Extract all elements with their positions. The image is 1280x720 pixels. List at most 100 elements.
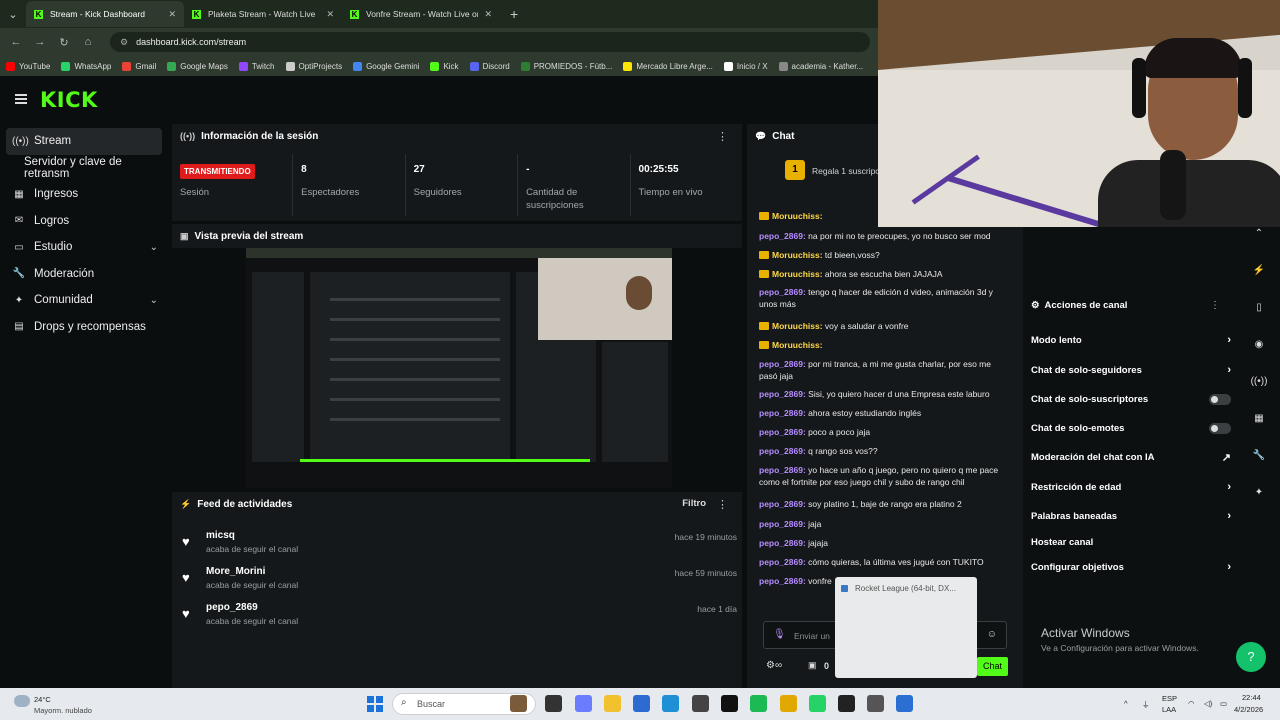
chat-username[interactable]: pepo_2869: [759, 465, 806, 475]
chat-username[interactable]: pepo_2869: [759, 519, 806, 529]
taskbar-preview-popup[interactable]: Rocket League (64-bit, DX... [835, 577, 977, 678]
bookmark-item[interactable]: OptiProjects [285, 61, 342, 71]
bookmark-item[interactable]: Google Gemini [353, 61, 419, 71]
tray-overflow-icon[interactable]: ^ [1124, 699, 1128, 708]
sidebar-item-5[interactable]: 🔧 Moderación [0, 261, 168, 288]
chat-username[interactable]: pepo_2869: [759, 389, 806, 399]
chevron-down-icon[interactable]: ⌄ [150, 242, 158, 253]
chat-username[interactable]: Moruuchiss: [772, 211, 823, 221]
stream-icon[interactable]: ((•)) [1250, 376, 1268, 394]
chat-username[interactable]: pepo_2869: [759, 446, 806, 456]
bolt-icon[interactable]: ⚡ [1250, 265, 1268, 283]
feed-username[interactable]: pepo_2869 [206, 602, 258, 613]
chat-username[interactable]: pepo_2869: [759, 427, 806, 437]
tab-kick-dashboard[interactable]: K Stream - Kick Dashboard ✕ [26, 1, 184, 27]
new-tab-icon[interactable]: + [510, 6, 518, 22]
site-info-icon[interactable]: ⚙ [120, 37, 128, 48]
reload-icon[interactable]: ↻ [52, 36, 76, 49]
chat-username[interactable]: pepo_2869: [759, 231, 806, 241]
battery-icon[interactable]: ▭ [1220, 699, 1227, 708]
bookmark-item[interactable]: Inicio / X [723, 61, 768, 71]
app-icon[interactable] [692, 695, 709, 712]
settings-icon[interactable]: ⚙∞ [766, 660, 782, 671]
document-icon[interactable]: ▯ [1250, 302, 1268, 320]
bookmark-item[interactable]: Discord [469, 61, 510, 71]
edge-icon[interactable] [662, 695, 679, 712]
sidebar-item-0[interactable]: ((•)) Stream [6, 128, 162, 155]
files-app-icon[interactable] [510, 695, 527, 712]
file-explorer-icon[interactable] [604, 695, 621, 712]
task-view-icon[interactable] [545, 695, 562, 712]
chat-username[interactable]: Moruuchiss: [772, 321, 823, 331]
sidebar-item-6[interactable]: ✦ Comunidad ⌄ [0, 287, 168, 314]
shield-icon[interactable] [896, 695, 913, 712]
community-icon[interactable]: ✦ [1250, 487, 1268, 505]
feed-username[interactable]: micsq [206, 530, 235, 541]
sidebar-item-3[interactable]: ✉ Logros [0, 208, 168, 235]
chevron-down-icon[interactable]: ⌄ [150, 295, 158, 306]
close-tab-icon[interactable]: ✕ [168, 9, 176, 20]
chat-bubble-icon[interactable]: ◉ [1250, 339, 1268, 357]
wrench-icon[interactable]: 🔧 [1250, 450, 1268, 468]
language-indicator[interactable]: ESP [1162, 694, 1177, 703]
steam-icon[interactable] [867, 695, 884, 712]
chat-username[interactable]: pepo_2869: [759, 538, 806, 548]
stream-preview-video[interactable] [246, 248, 672, 488]
windows-start-icon[interactable] [367, 696, 383, 712]
channel-action-5[interactable]: Restricción de edad › [1031, 479, 1231, 495]
channel-action-2[interactable]: Chat de solo-suscriptores [1031, 391, 1231, 407]
tab-search-icon[interactable]: ⌄ [0, 0, 26, 28]
chat-username[interactable]: Moruuchiss: [772, 250, 823, 260]
channel-action-1[interactable]: Chat de solo-seguidores › [1031, 362, 1231, 378]
chat-username[interactable]: pepo_2869: [759, 359, 806, 369]
obs-icon[interactable] [838, 695, 855, 712]
feed-options-icon[interactable]: ⋮ [717, 498, 728, 511]
close-tab-icon[interactable]: ✕ [326, 9, 334, 20]
store-icon[interactable] [633, 695, 650, 712]
send-chat-button[interactable]: Chat [977, 657, 1008, 676]
spotify-icon[interactable] [750, 695, 767, 712]
usb-icon[interactable]: ⏚ [1142, 699, 1150, 710]
sidebar-item-4[interactable]: ▭ Estudio ⌄ [0, 234, 168, 261]
kick-logo[interactable]: KICK [40, 88, 98, 112]
chat-username[interactable]: pepo_2869: [759, 408, 806, 418]
collapse-icon[interactable]: ⌃ [1250, 228, 1268, 246]
bookmark-item[interactable]: Gmail [122, 61, 156, 71]
filter-button[interactable]: Filtro [682, 498, 706, 509]
menu-icon[interactable] [15, 94, 27, 104]
gift-banner[interactable]: Regala 1 suscripci [812, 166, 881, 176]
tab-plaketa-stream[interactable]: K Plaketa Stream - Watch Live ✕ [184, 1, 342, 27]
wifi-icon[interactable]: ◠ [1188, 699, 1195, 708]
sidebar-item-1[interactable]: Servidor y clave de retransm [0, 155, 168, 182]
channel-action-0[interactable]: Modo lento › [1031, 332, 1231, 348]
session-options-icon[interactable]: ⋮ [717, 130, 728, 143]
emoji-icon[interactable]: ☺ [987, 629, 997, 640]
actions-options-icon[interactable]: ⋮ [1210, 300, 1220, 311]
chrome-icon[interactable] [780, 695, 797, 712]
bookmark-item[interactable]: academia - Kather... [778, 61, 863, 71]
mic-icon[interactable]: 🎙 [773, 629, 786, 640]
chat-username[interactable]: pepo_2869: [759, 557, 806, 567]
channel-action-6[interactable]: Palabras baneadas › [1031, 508, 1231, 524]
chat-username[interactable]: pepo_2869: [759, 576, 806, 586]
url-input[interactable]: ⚙ dashboard.kick.com/stream [110, 32, 870, 52]
chat-username[interactable]: Moruuchiss: [772, 269, 823, 279]
home-icon[interactable]: ⌂ [76, 36, 100, 48]
sidebar-item-7[interactable]: ▤ Drops y recompensas [0, 314, 168, 341]
chat-username[interactable]: pepo_2869: [759, 499, 806, 509]
copilot-icon[interactable] [575, 695, 592, 712]
channel-action-7[interactable]: Hostear canal [1031, 534, 1231, 550]
channel-action-4[interactable]: Moderación del chat con IA ↗ [1031, 449, 1231, 465]
bookmark-item[interactable]: Twitch [238, 61, 275, 71]
capcut-icon[interactable] [721, 695, 738, 712]
bookmark-item[interactable]: WhatsApp [61, 61, 111, 71]
clock-time[interactable]: 22:44 [1242, 693, 1261, 702]
bookmark-item[interactable]: Google Maps [167, 61, 228, 71]
back-icon[interactable]: ← [4, 36, 28, 48]
channel-action-3[interactable]: Chat de solo-emotes [1031, 420, 1231, 436]
volume-icon[interactable]: ◁) [1204, 699, 1212, 708]
channel-action-8[interactable]: Configurar objetivos › [1031, 559, 1231, 575]
whatsapp-icon[interactable] [809, 695, 826, 712]
feed-username[interactable]: More_Morini [206, 566, 265, 577]
toggle-switch[interactable] [1209, 393, 1231, 405]
